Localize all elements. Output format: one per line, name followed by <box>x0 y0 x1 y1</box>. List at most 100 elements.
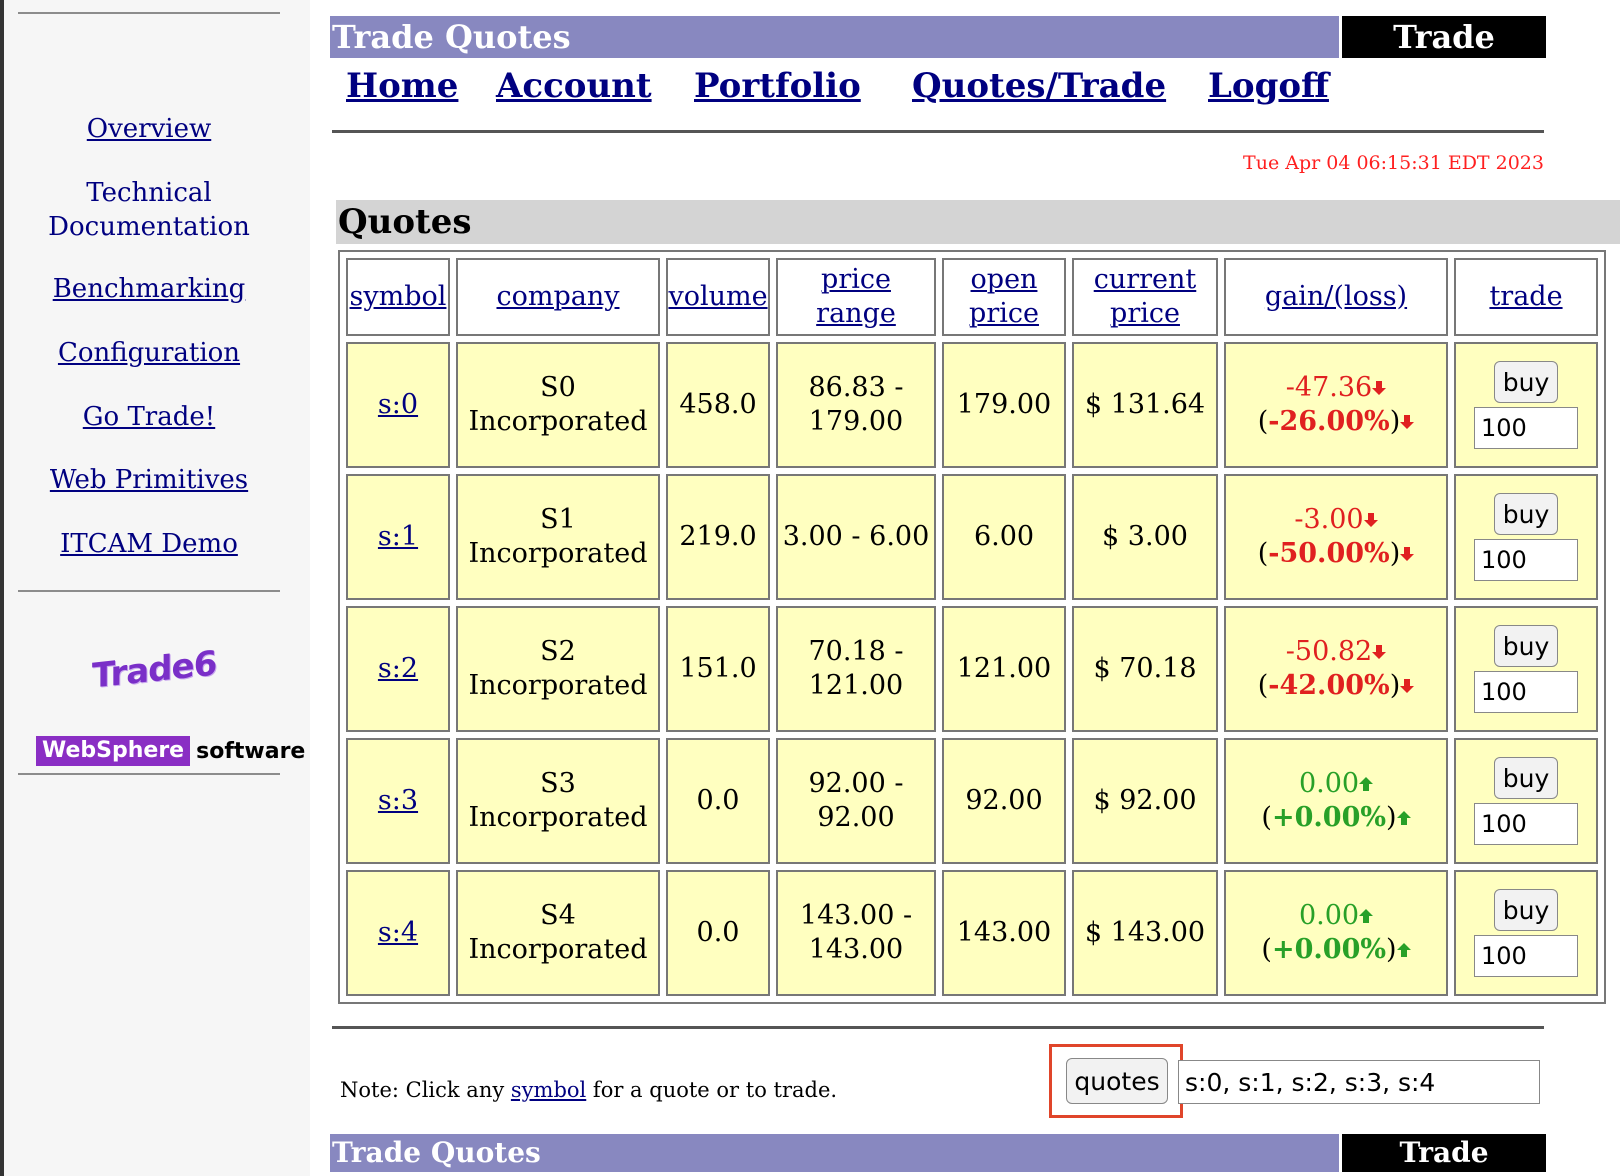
cell-gain-loss: -47.36 (-26.00%) <box>1224 342 1448 468</box>
sort-gain-loss-link[interactable]: gain/(loss) <box>1265 281 1407 312</box>
gain-value-line: -50.82 <box>1226 635 1446 669</box>
price-range-low: 92.00 - <box>808 768 904 799</box>
price-range-low: 86.83 - <box>808 372 904 403</box>
cell-open-price: 6.00 <box>942 474 1066 600</box>
sidebar-link-itcam-demo[interactable]: ITCAM Demo <box>4 527 294 561</box>
nav-portfolio[interactable]: Portfolio <box>694 66 861 106</box>
paren-close: ) <box>1389 670 1401 701</box>
arrow-down-icon <box>1400 547 1415 561</box>
symbols-input[interactable] <box>1178 1060 1540 1104</box>
sidebar-link-technical-documentation-label: Technical Documentation <box>48 178 250 242</box>
paren-close: ) <box>1386 934 1397 965</box>
paren-close: ) <box>1389 406 1401 437</box>
nav-account[interactable]: Account <box>496 66 652 106</box>
nav-logoff[interactable]: Logoff <box>1208 66 1329 106</box>
paren-close: ) <box>1389 538 1401 569</box>
company-suffix: Incorporated <box>468 538 648 569</box>
table-row: s:1 S1 Incorporated 219.0 3.00 - 6.00 6.00 $ 3… <box>346 474 1598 600</box>
gain-percent: +0.00% <box>1271 934 1387 965</box>
sort-trade-link[interactable]: trade <box>1489 281 1562 312</box>
cell-company: S4 Incorporated <box>456 870 660 996</box>
sort-symbol-link[interactable]: symbol <box>350 281 447 312</box>
buy-button[interactable]: buy <box>1494 757 1558 799</box>
quotes-button[interactable]: quotes <box>1066 1058 1168 1104</box>
timestamp: Tue Apr 04 06:15:31 EDT 2023 <box>1243 152 1544 174</box>
column-header-open-price: open price <box>942 258 1066 336</box>
cell-trade: buy <box>1454 474 1598 600</box>
paren-open: ( <box>1261 802 1272 833</box>
company-suffix: Incorporated <box>468 670 648 701</box>
table-row: s:4 S4 Incorporated 0.0 143.00 -143.00 143.00… <box>346 870 1598 996</box>
company-suffix: Incorporated <box>468 934 648 965</box>
sidebar-link-overview[interactable]: Overview <box>4 112 294 146</box>
note-symbol-link[interactable]: symbol <box>511 1078 586 1102</box>
quantity-input[interactable] <box>1474 671 1578 713</box>
paren-open: ( <box>1257 406 1269 437</box>
nav-home[interactable]: Home <box>346 66 458 106</box>
cell-trade: buy <box>1454 606 1598 732</box>
bottom-banner: Trade Quotes Trade <box>330 1134 1550 1172</box>
quantity-input[interactable] <box>1474 407 1578 449</box>
cell-gain-loss: 0.00 (+0.00%) <box>1224 870 1448 996</box>
cell-current-price: $ 92.00 <box>1072 738 1218 864</box>
quantity-input[interactable] <box>1474 803 1578 845</box>
symbol-link[interactable]: s:0 <box>378 389 418 420</box>
buy-button[interactable]: buy <box>1494 625 1558 667</box>
cell-company: S0 Incorporated <box>456 342 660 468</box>
sort-volume-link[interactable]: volume <box>668 281 767 312</box>
top-banner: Trade Quotes Trade <box>330 16 1550 58</box>
cell-gain-loss: 0.00 (+0.00%) <box>1224 738 1448 864</box>
buy-button[interactable]: buy <box>1494 889 1558 931</box>
column-header-price-range: price range <box>776 258 936 336</box>
column-header-company: company <box>456 258 660 336</box>
column-header-trade: trade <box>1454 258 1598 336</box>
nav-quotes-trade[interactable]: Quotes/Trade <box>912 66 1166 106</box>
banner-tag: Trade <box>1342 16 1546 58</box>
company-suffix: Incorporated <box>468 802 648 833</box>
gain-value-line: -3.00 <box>1226 503 1446 537</box>
sidebar-link-technical-documentation[interactable]: Technical Documentation <box>4 176 294 244</box>
sidebar-divider-top <box>18 12 280 14</box>
note-suffix: for a quote or to trade. <box>586 1078 838 1102</box>
gain-value-line: -47.36 <box>1226 371 1446 405</box>
cell-open-price: 179.00 <box>942 342 1066 468</box>
quantity-input[interactable] <box>1474 539 1578 581</box>
arrow-down-icon <box>1372 645 1387 659</box>
cell-company: S2 Incorporated <box>456 606 660 732</box>
company-suffix: Incorporated <box>468 406 648 437</box>
sidebar-link-web-primitives[interactable]: Web Primitives <box>4 463 294 497</box>
cell-trade: buy <box>1454 342 1598 468</box>
buy-button[interactable]: buy <box>1494 493 1558 535</box>
sidebar-link-benchmarking[interactable]: Benchmarking <box>4 272 294 306</box>
sort-company-link[interactable]: company <box>496 281 619 312</box>
note-text: Note: Click any symbol for a quote or to… <box>340 1078 837 1102</box>
paren-open: ( <box>1261 934 1272 965</box>
sort-open-price-link[interactable]: open price <box>969 263 1039 331</box>
gain-percent: -26.00% <box>1268 406 1390 437</box>
buy-button[interactable]: buy <box>1494 361 1558 403</box>
symbol-link[interactable]: s:4 <box>378 917 418 948</box>
sidebar-link-configuration[interactable]: Configuration <box>4 336 294 370</box>
header-divider <box>332 130 1544 133</box>
symbol-link[interactable]: s:2 <box>378 653 418 684</box>
sidebar-link-go-trade[interactable]: Go Trade! <box>4 400 294 434</box>
cell-current-price: $ 3.00 <box>1072 474 1218 600</box>
arrow-down-icon <box>1363 513 1378 527</box>
quantity-input[interactable] <box>1474 935 1578 977</box>
gain-value: -50.82 <box>1285 636 1373 667</box>
gain-value: 0.00 <box>1298 900 1360 931</box>
bottom-banner-tag: Trade <box>1342 1134 1546 1172</box>
column-header-symbol: symbol <box>346 258 450 336</box>
sort-current-price-link[interactable]: current price <box>1090 263 1200 331</box>
cell-open-price: 121.00 <box>942 606 1066 732</box>
gain-value: 0.00 <box>1298 768 1360 799</box>
gain-value-line: 0.00 <box>1226 767 1446 801</box>
cell-price-range: 3.00 - 6.00 <box>776 474 936 600</box>
price-range-high: 143.00 <box>808 934 904 965</box>
sort-price-range-link[interactable]: price range <box>811 263 901 331</box>
symbol-link[interactable]: s:3 <box>378 785 418 816</box>
symbol-link[interactable]: s:1 <box>378 521 418 552</box>
gain-percent-line: (+0.00%) <box>1226 801 1446 835</box>
cell-volume: 458.0 <box>666 342 770 468</box>
arrow-up-icon <box>1359 777 1374 791</box>
